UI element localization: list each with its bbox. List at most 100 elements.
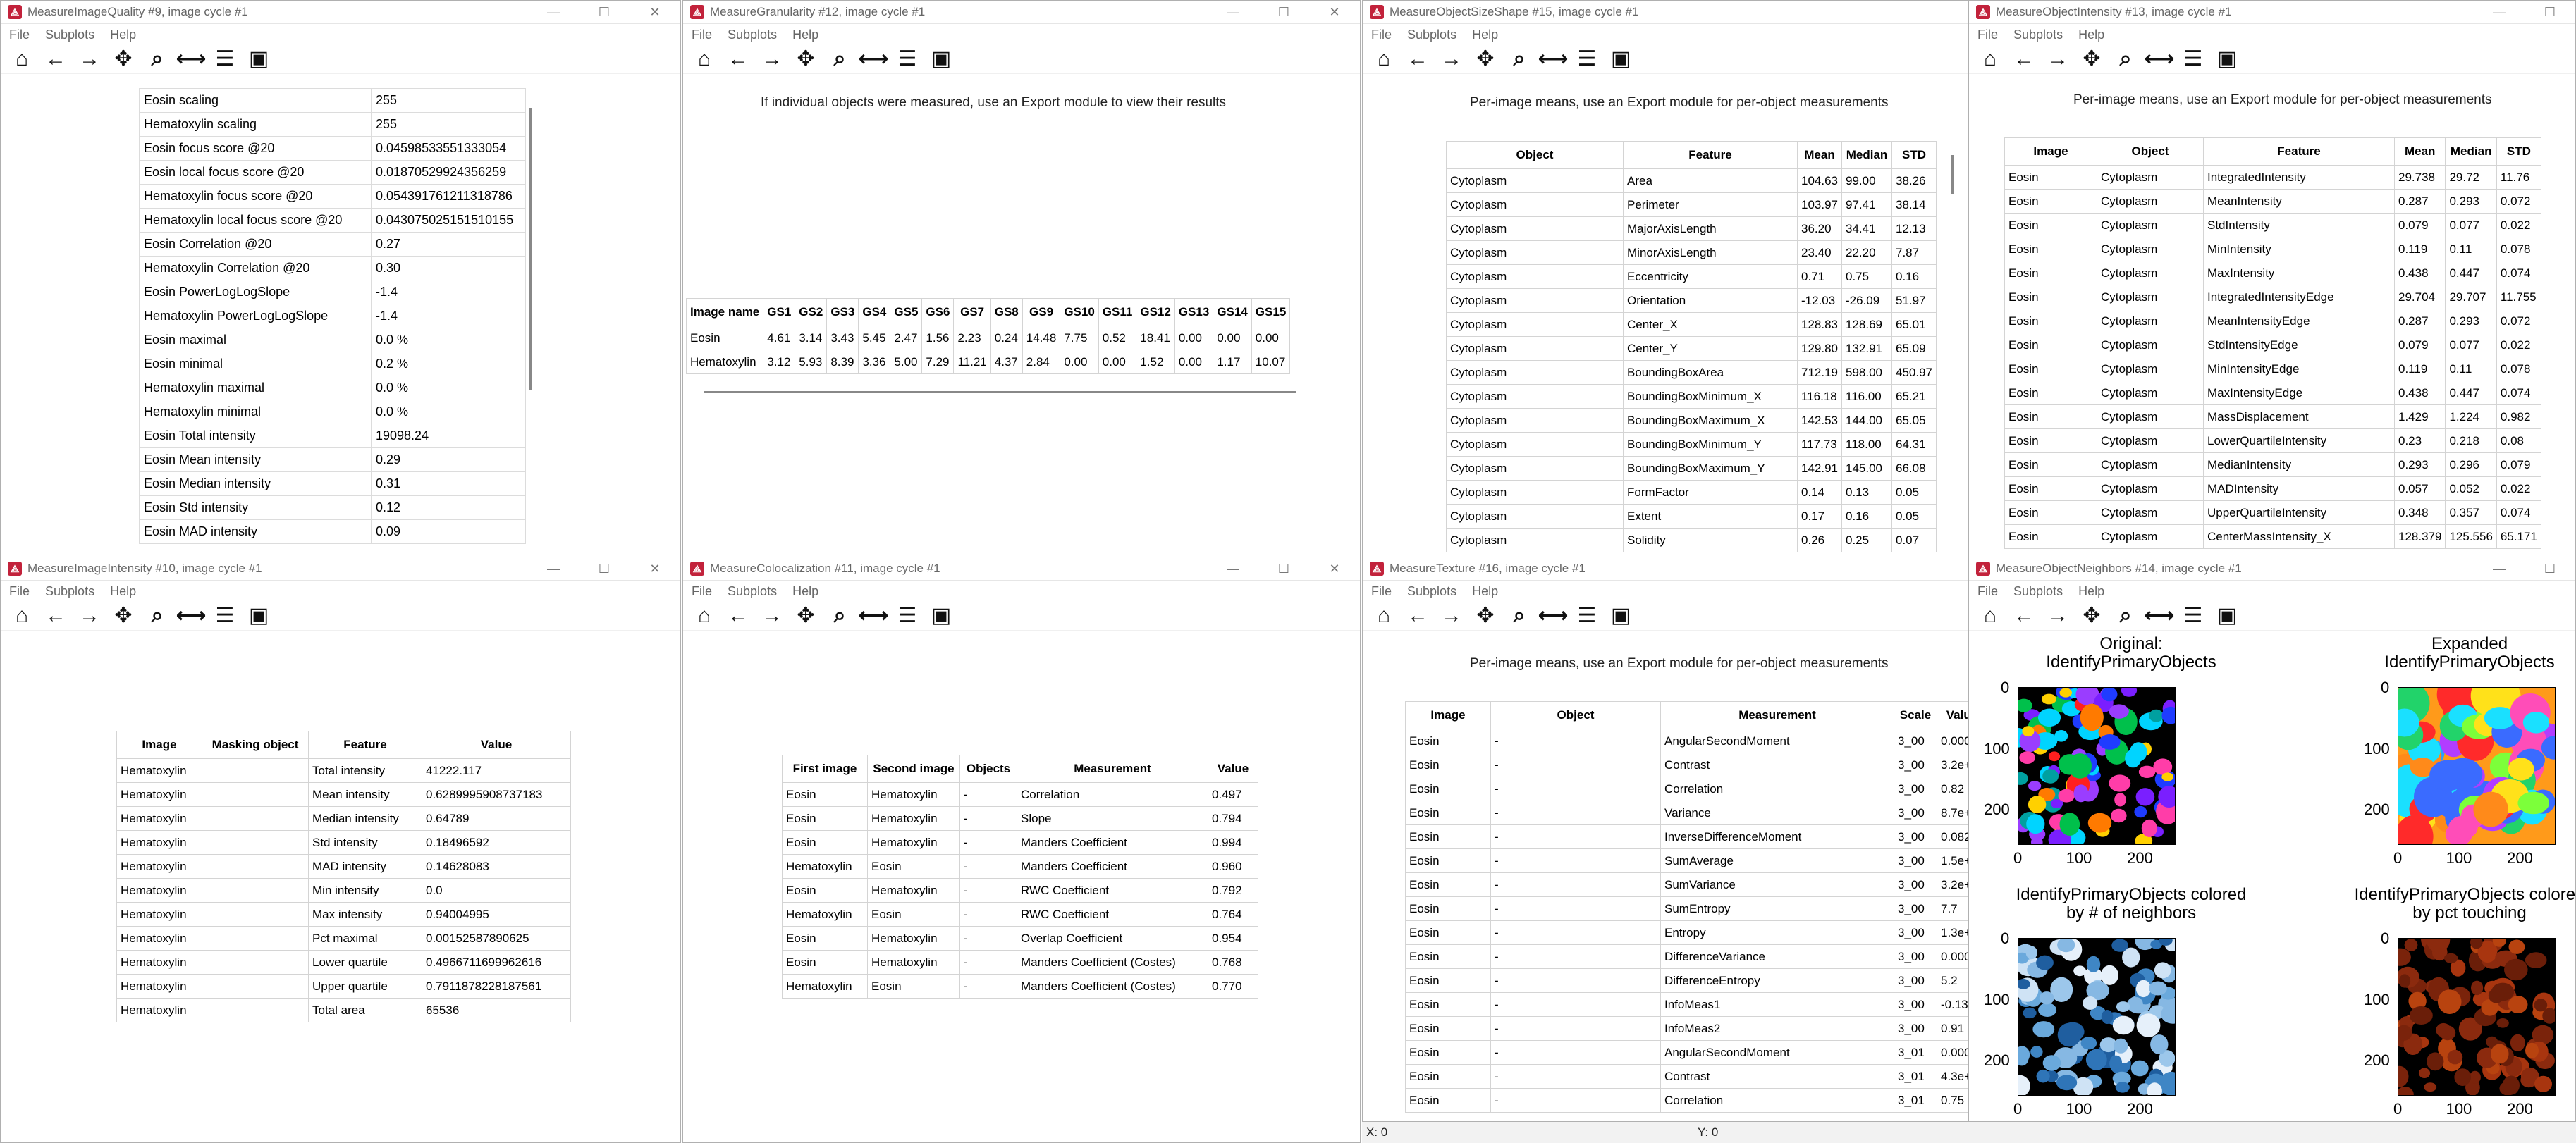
title-bar[interactable]: ⟁ MeasureColocalization #11, image cycle… (683, 557, 1360, 581)
vertical-scrollbar[interactable] (1951, 155, 1954, 194)
column-header[interactable]: GS4 (858, 298, 891, 326)
home-icon[interactable]: ⌂ (5, 602, 39, 630)
configure-icon[interactable]: ☰ (208, 602, 242, 630)
maximize-icon[interactable]: ☐ (579, 1, 630, 23)
subplot-adjust-icon[interactable]: ⟷ (857, 602, 890, 630)
configure-icon[interactable]: ☰ (208, 45, 242, 73)
pan-icon[interactable]: ✥ (789, 602, 823, 630)
menu-help[interactable]: Help (792, 27, 818, 42)
column-header[interactable]: GS12 (1136, 298, 1175, 326)
zoom-icon[interactable]: ⌕ (823, 602, 857, 630)
column-header[interactable]: Objects (959, 755, 1017, 783)
pan-icon[interactable]: ✥ (106, 45, 140, 73)
menu-help[interactable]: Help (1472, 27, 1498, 42)
column-header[interactable]: Image (116, 731, 202, 759)
column-header[interactable]: Measurement (1660, 701, 1894, 729)
back-icon[interactable]: ← (721, 45, 755, 73)
subplot-adjust-icon[interactable]: ⟷ (1536, 602, 1570, 630)
back-icon[interactable]: ← (2007, 602, 2041, 630)
subplot-adjust-icon[interactable]: ⟷ (857, 45, 890, 73)
menu-subplots[interactable]: Subplots (2013, 27, 2063, 42)
column-header[interactable]: GS5 (890, 298, 923, 326)
column-header[interactable]: GS8 (990, 298, 1023, 326)
save-icon[interactable]: ▣ (1604, 45, 1638, 73)
vertical-scrollbar[interactable] (529, 108, 532, 390)
menu-file[interactable]: File (1371, 584, 1392, 599)
menu-file[interactable]: File (1977, 584, 1998, 599)
column-header[interactable]: Median (1841, 141, 1892, 169)
home-icon[interactable]: ⌂ (1973, 45, 2007, 73)
subplot-adjust-icon[interactable]: ⟷ (174, 602, 208, 630)
title-bar[interactable]: ⟁ MeasureTexture #16, image cycle #1 (1363, 557, 1968, 581)
menu-help[interactable]: Help (110, 584, 136, 599)
column-header[interactable]: Value (422, 731, 571, 759)
zoom-icon[interactable]: ⌕ (140, 602, 174, 630)
menu-file[interactable]: File (692, 27, 712, 42)
configure-icon[interactable]: ☰ (890, 45, 924, 73)
minimize-icon[interactable]: — (528, 557, 579, 580)
column-header[interactable]: Image name (685, 298, 764, 326)
column-header[interactable]: GS3 (826, 298, 859, 326)
home-icon[interactable]: ⌂ (1973, 602, 2007, 630)
column-header[interactable]: Image (1405, 701, 1491, 729)
close-icon[interactable]: ✕ (1309, 557, 1360, 580)
pan-icon[interactable]: ✥ (2075, 45, 2109, 73)
column-header[interactable]: GS14 (1213, 298, 1252, 326)
column-header[interactable]: GS2 (795, 298, 828, 326)
segmentation-image[interactable] (2398, 938, 2556, 1096)
column-header[interactable]: Measurement (1017, 755, 1208, 783)
maximize-icon[interactable]: ☐ (2525, 1, 2575, 23)
minimize-icon[interactable]: — (2474, 1, 2525, 23)
title-bar[interactable]: ⟁ MeasureImageIntensity #10, image cycle… (1, 557, 680, 581)
subplot-adjust-icon[interactable]: ⟷ (174, 45, 208, 73)
menu-subplots[interactable]: Subplots (728, 27, 777, 42)
home-icon[interactable]: ⌂ (5, 45, 39, 73)
subplot-adjust-icon[interactable]: ⟷ (2142, 45, 2176, 73)
column-header[interactable]: Object (2097, 137, 2204, 166)
forward-icon[interactable]: → (1435, 602, 1468, 630)
subplot-adjust-icon[interactable]: ⟷ (1536, 45, 1570, 73)
title-bar[interactable]: ⟁ MeasureObjectSizeShape #15, image cycl… (1363, 1, 1968, 24)
menu-file[interactable]: File (1977, 27, 1998, 42)
title-bar[interactable]: ⟁ MeasureImageQuality #9, image cycle #1… (1, 1, 680, 24)
subplot-adjust-icon[interactable]: ⟷ (2142, 602, 2176, 630)
home-icon[interactable]: ⌂ (687, 602, 721, 630)
segmentation-image[interactable] (2018, 938, 2176, 1096)
menu-subplots[interactable]: Subplots (45, 584, 94, 599)
column-header[interactable]: GS11 (1098, 298, 1137, 326)
column-header[interactable]: Object (1446, 141, 1624, 169)
menu-file[interactable]: File (1371, 27, 1392, 42)
close-icon[interactable]: ✕ (630, 557, 680, 580)
forward-icon[interactable]: → (2041, 45, 2075, 73)
column-header[interactable]: Median (2445, 137, 2497, 166)
save-icon[interactable]: ▣ (2210, 45, 2244, 73)
maximize-icon[interactable]: ☐ (1258, 1, 1309, 23)
horizontal-scrollbar[interactable] (704, 391, 1296, 393)
save-icon[interactable]: ▣ (242, 602, 276, 630)
column-header[interactable]: Value (1208, 755, 1258, 783)
save-icon[interactable]: ▣ (2210, 602, 2244, 630)
configure-icon[interactable]: ☰ (890, 602, 924, 630)
forward-icon[interactable]: → (73, 602, 106, 630)
pan-icon[interactable]: ✥ (2075, 602, 2109, 630)
menu-subplots[interactable]: Subplots (1407, 584, 1456, 599)
configure-icon[interactable]: ☰ (2176, 602, 2210, 630)
segmentation-image[interactable] (2398, 687, 2556, 845)
column-header[interactable]: Feature (308, 731, 422, 759)
column-header[interactable]: First image (782, 755, 868, 783)
title-bar[interactable]: ⟁ MeasureObjectIntensity #13, image cycl… (1969, 1, 2575, 24)
column-header[interactable]: GS13 (1174, 298, 1214, 326)
save-icon[interactable]: ▣ (924, 45, 958, 73)
minimize-icon[interactable]: — (2474, 557, 2525, 580)
configure-icon[interactable]: ☰ (2176, 45, 2210, 73)
home-icon[interactable]: ⌂ (687, 45, 721, 73)
back-icon[interactable]: ← (1401, 45, 1435, 73)
pan-icon[interactable]: ✥ (789, 45, 823, 73)
column-header[interactable]: GS1 (763, 298, 796, 326)
back-icon[interactable]: ← (39, 45, 73, 73)
column-header[interactable]: Mean (1797, 141, 1842, 169)
column-header[interactable]: GS7 (953, 298, 991, 326)
menu-subplots[interactable]: Subplots (2013, 584, 2063, 599)
zoom-icon[interactable]: ⌕ (1502, 45, 1536, 73)
menu-file[interactable]: File (692, 584, 712, 599)
